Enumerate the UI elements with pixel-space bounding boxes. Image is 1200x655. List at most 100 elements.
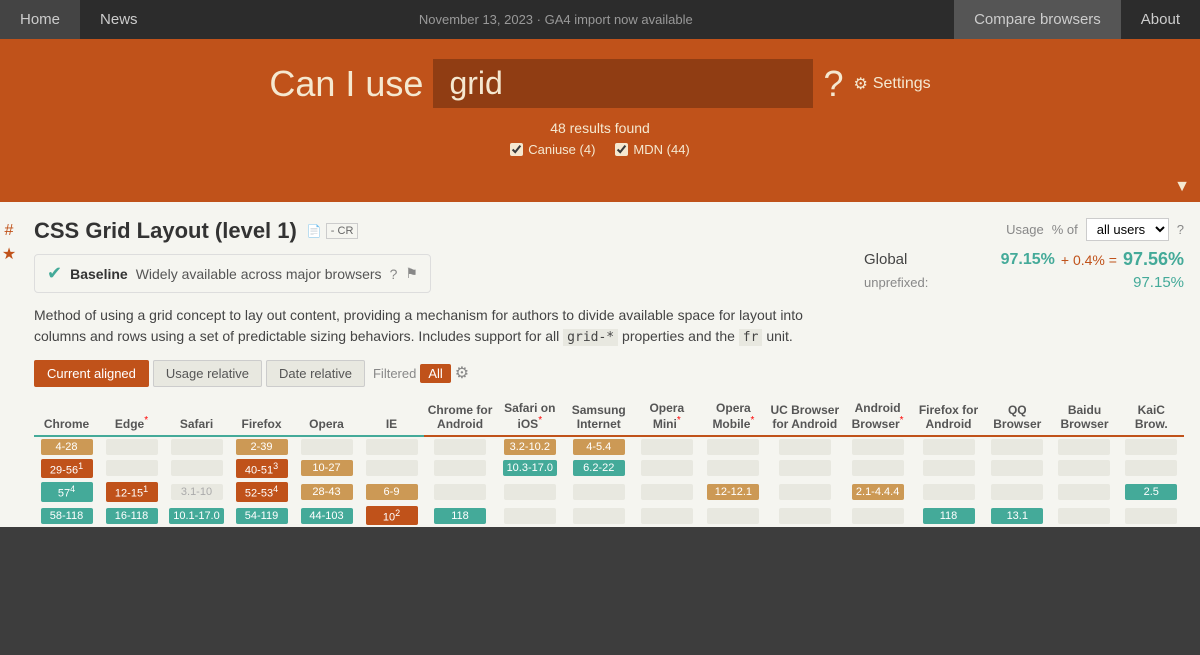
- version-cell[interactable]: 2.5: [1119, 480, 1184, 504]
- version-cell[interactable]: 4-5.4: [564, 436, 634, 457]
- version-cell[interactable]: 29-561: [34, 457, 99, 481]
- settings-button[interactable]: ⚙ Settings: [853, 74, 930, 94]
- usage-help-icon[interactable]: ?: [1177, 222, 1184, 237]
- baseline-label: Baseline: [70, 266, 128, 282]
- version-cell[interactable]: 16-118: [99, 504, 164, 528]
- version-cell: [984, 457, 1050, 481]
- version-cell[interactable]: 4-28: [34, 436, 99, 457]
- search-input[interactable]: [433, 59, 813, 108]
- th-opera-mobile: Opera Mobile*: [700, 397, 768, 436]
- th-safari: Safari: [164, 397, 229, 436]
- version-cell[interactable]: 28-43: [294, 480, 359, 504]
- code-grid-star: grid-*: [563, 329, 618, 346]
- version-cell[interactable]: 6.2-22: [564, 457, 634, 481]
- star-icon[interactable]: ★: [2, 244, 16, 264]
- version-cell: [496, 504, 563, 528]
- browser-header-row: Chrome Edge* Safari Firefox Opera IE Chr…: [34, 397, 1184, 436]
- usage-label: Usage: [1006, 222, 1044, 237]
- mdn-checkbox[interactable]: [615, 143, 628, 156]
- caniuse-filter[interactable]: Caniuse (4): [510, 142, 595, 157]
- all-badge[interactable]: All: [420, 364, 450, 383]
- th-samsung: Samsung Internet: [564, 397, 634, 436]
- version-cell[interactable]: 2-39: [229, 436, 294, 457]
- table-row: 29-561 40-51310-27 10.3-17.06.2-22: [34, 457, 1184, 481]
- version-cell: [913, 480, 984, 504]
- version-cell[interactable]: 3.1-10: [164, 480, 229, 504]
- version-cell: [359, 436, 424, 457]
- version-cell: [1050, 504, 1118, 528]
- baseline-flag-icon[interactable]: ⚑: [405, 265, 418, 282]
- version-cell: [424, 436, 496, 457]
- version-cell[interactable]: 54-119: [229, 504, 294, 528]
- table-row: 58-11816-11810.1-17.054-11944-103102118 …: [34, 504, 1184, 528]
- unprefixed-label: unprefixed:: [864, 275, 928, 290]
- usage-total-value: 97.56%: [1123, 249, 1184, 270]
- th-kaic: KaiC Brow.: [1119, 397, 1184, 436]
- nav-home[interactable]: Home: [0, 0, 80, 39]
- th-uc: UC Browser for Android: [767, 397, 842, 436]
- version-cell: [700, 504, 768, 528]
- users-select[interactable]: all users: [1086, 218, 1169, 241]
- th-safari-ios: Safari on iOS*: [496, 397, 563, 436]
- baseline-help-icon[interactable]: ?: [390, 266, 398, 282]
- version-cell: [767, 457, 842, 481]
- bookmark-icon[interactable]: #: [5, 222, 14, 240]
- hero-can-i-use-label: Can I use: [269, 63, 423, 105]
- version-cell[interactable]: 13.1: [984, 504, 1050, 528]
- th-android: Android Browser*: [842, 397, 912, 436]
- version-cell[interactable]: 6-9: [359, 480, 424, 504]
- version-cell[interactable]: 10.1-17.0: [164, 504, 229, 528]
- version-cell[interactable]: 118: [424, 504, 496, 528]
- version-cell[interactable]: 12-151: [99, 480, 164, 504]
- th-chrome-android: Chrome for Android: [424, 397, 496, 436]
- version-cell: [1119, 436, 1184, 457]
- version-cell[interactable]: 58-118: [34, 504, 99, 528]
- th-opera: Opera: [294, 397, 359, 436]
- caniuse-label: Caniuse (4): [528, 142, 595, 157]
- version-cell[interactable]: 40-513: [229, 457, 294, 481]
- tab-date-relative[interactable]: Date relative: [266, 360, 365, 387]
- mdn-filter[interactable]: MDN (44): [615, 142, 689, 157]
- version-cell: [564, 480, 634, 504]
- filter-icon[interactable]: ▼: [1174, 178, 1190, 196]
- version-cell: [842, 436, 912, 457]
- version-cell: [984, 480, 1050, 504]
- usage-global-row: Global 97.15% + 0.4% = 97.56%: [864, 249, 1184, 270]
- version-cell: [700, 436, 768, 457]
- version-cell[interactable]: 2.1-4.4.4: [842, 480, 912, 504]
- spec-icon: 📄: [307, 224, 322, 238]
- version-cell: [767, 436, 842, 457]
- version-cell[interactable]: 10-27: [294, 457, 359, 481]
- version-cell[interactable]: 118: [913, 504, 984, 528]
- nav-news[interactable]: News: [80, 0, 158, 39]
- version-cell: [424, 480, 496, 504]
- view-tabs: Current aligned Usage relative Date rela…: [34, 360, 848, 387]
- global-label: Global: [864, 251, 907, 268]
- th-chrome: Chrome: [34, 397, 99, 436]
- nav-compare[interactable]: Compare browsers: [954, 0, 1121, 39]
- version-cell[interactable]: 102: [359, 504, 424, 528]
- table-settings-icon[interactable]: ⚙: [455, 363, 469, 383]
- version-cell[interactable]: 12-12.1: [700, 480, 768, 504]
- version-cell[interactable]: 574: [34, 480, 99, 504]
- version-cell[interactable]: 44-103: [294, 504, 359, 528]
- gear-icon: ⚙: [853, 74, 867, 94]
- hero-section: Can I use ? ⚙ Settings 48 results found …: [0, 39, 1200, 172]
- version-cell[interactable]: 52-534: [229, 480, 294, 504]
- version-cell[interactable]: 3.2-10.2: [496, 436, 563, 457]
- main-content: # ★ CSS Grid Layout (level 1) 📄 - CR: [0, 202, 1200, 527]
- caniuse-checkbox[interactable]: [510, 143, 523, 156]
- table-row: 57412-1513.1-1052-53428-436-9 12-12.1 2.…: [34, 480, 1184, 504]
- version-cell: [842, 457, 912, 481]
- tab-usage-relative[interactable]: Usage relative: [153, 360, 262, 387]
- tab-current-aligned[interactable]: Current aligned: [34, 360, 149, 387]
- th-edge: Edge*: [99, 397, 164, 436]
- version-cell: [634, 480, 700, 504]
- nav-about[interactable]: About: [1121, 0, 1200, 39]
- th-firefox-android: Firefox for Android: [913, 397, 984, 436]
- unprefixed-value: 97.15%: [1133, 274, 1184, 291]
- version-cell: [913, 436, 984, 457]
- filter-checkboxes: Caniuse (4) MDN (44): [0, 142, 1200, 157]
- version-cell[interactable]: 10.3-17.0: [496, 457, 563, 481]
- version-cell: [359, 457, 424, 481]
